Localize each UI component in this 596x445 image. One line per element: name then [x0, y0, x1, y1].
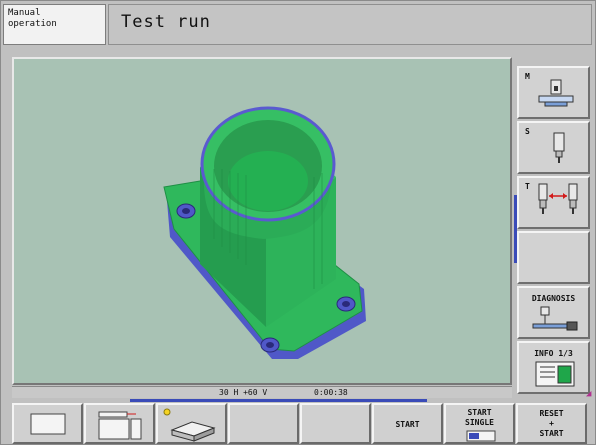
softkey-letter: M	[525, 72, 530, 81]
workpiece-3d-view	[163, 106, 366, 359]
blank-workpiece-icon	[163, 408, 216, 442]
softkey-blank-workpiece[interactable]	[156, 403, 227, 444]
softkey-split-view[interactable]	[84, 403, 155, 444]
single-block-icon	[466, 430, 496, 442]
softkey-label: START	[395, 420, 420, 429]
operating-mode-box: Manual operation	[3, 4, 106, 45]
softkey-s-spindle[interactable]: S	[517, 121, 590, 174]
machine-table-icon	[538, 79, 574, 107]
diagnosis-icon	[532, 306, 578, 331]
softkey-info[interactable]: INFO 1/3	[517, 341, 590, 394]
softkey-blank-5[interactable]	[300, 403, 371, 444]
view-angle-readout: 30 H +60 V	[219, 388, 268, 397]
simulation-status-line: 30 H +60 V 0:00:38	[12, 386, 512, 398]
softkey-blank-4[interactable]	[228, 403, 299, 444]
softkey-label-line-1: START	[467, 408, 492, 417]
run-time-readout: 0:00:38	[314, 388, 348, 397]
softkey-label-line-2: +	[549, 419, 554, 428]
softkey-empty[interactable]	[517, 231, 590, 284]
info-sheet-icon	[535, 361, 575, 387]
softkey-label: INFO 1/3	[534, 349, 573, 358]
page-title: Test run	[121, 12, 211, 32]
cylinder-bore-floor	[228, 151, 308, 211]
softkey-m-function[interactable]: M	[517, 66, 590, 119]
softkey-label-line-3: START	[539, 429, 564, 438]
page-corner-icon: ◢	[586, 389, 592, 399]
program-mode-box: Test run	[108, 4, 592, 45]
softkey-start[interactable]: START	[372, 403, 443, 444]
softkey-label: DIAGNOSIS	[531, 294, 576, 303]
spindle-tool-icon	[553, 132, 565, 163]
split-view-icon	[98, 411, 142, 440]
softkey-label-line-1: RESET	[539, 409, 564, 418]
softkey-label-line-2: SINGLE	[465, 418, 494, 427]
simulation-graphics	[12, 57, 512, 385]
softkey-bar-indicator	[130, 399, 427, 402]
softkey-start-single[interactable]: START SINGLE	[444, 403, 515, 444]
softkey-window-view[interactable]	[12, 403, 83, 444]
mode-line-1: Manual	[8, 8, 41, 18]
softkey-reset-start[interactable]: RESET + START	[516, 403, 587, 444]
window-view-icon	[30, 413, 66, 435]
softkey-t-tool-change[interactable]: T	[517, 176, 590, 229]
mode-line-2: operation	[8, 19, 57, 29]
softkey-letter: S	[525, 127, 530, 136]
tool-change-icon	[538, 183, 578, 214]
softkey-diagnosis[interactable]: DIAGNOSIS	[517, 286, 590, 339]
